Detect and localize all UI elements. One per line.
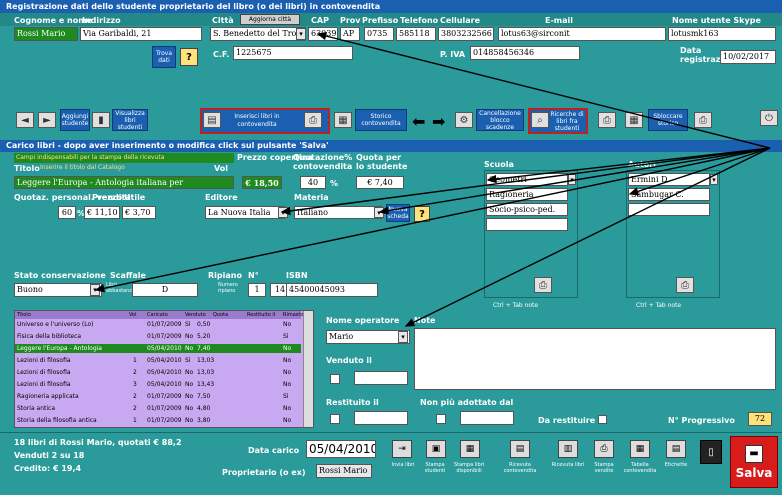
arrow-to-materia [378, 147, 771, 215]
arrow-to-scuola [486, 147, 771, 184]
arrow-to-editore [280, 147, 771, 216]
annotation-arrows [94, 31, 771, 327]
arrow-to-citta [316, 31, 771, 149]
arrow-to-stato [94, 147, 771, 293]
arrow-to-autori [628, 147, 771, 196]
arrow-to-operatore [404, 147, 771, 327]
